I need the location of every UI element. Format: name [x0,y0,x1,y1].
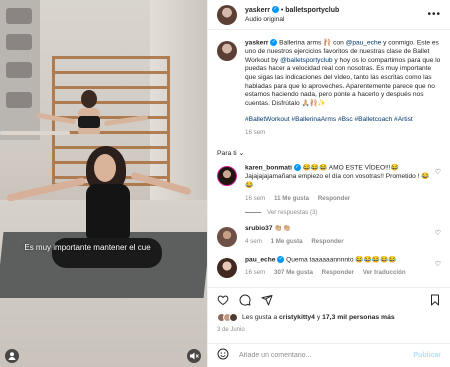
dancer-front-arm-left [6,177,86,202]
add-comment-bar: Publicar [208,343,450,367]
comment-likes[interactable]: 1 Me gusta [271,238,303,245]
more-options-button[interactable]: ••• [427,9,441,20]
comment-timestamp[interactable]: 16 sem [245,195,265,202]
like-heart-icon[interactable] [217,294,229,306]
post-caption: yaskerr ✓ Ballerina arms 🩰 con @pau_eche… [217,39,441,137]
verified-badge-icon: ✓ [293,164,301,172]
likes-count-link[interactable]: 17,3 mil personas más [322,314,395,321]
ballet-barre [0,131,70,135]
like-comment-heart-icon[interactable]: ♡ [435,260,441,268]
likes-prefix: Les gusta a [242,314,280,321]
caption-text-1: Ballerina arms 🩰 con [277,39,346,47]
caption-author-username[interactable]: yaskerr [245,39,268,46]
comment-srubio37: srubio37 👏🏼👏🏼 4 sem 1 Me gusta Responder… [217,225,441,248]
view-replies-label: Ver respuestas (3) [267,209,318,217]
comment-timestamp[interactable]: 4 sem [245,238,262,245]
author-avatar[interactable] [217,4,237,25]
reply-button[interactable]: Responder [311,238,343,245]
share-paper-plane-icon[interactable] [261,294,273,306]
reel-video[interactable]: Es muy importante mantener el cue [0,0,207,367]
commenter-username[interactable]: pau_eche [245,257,275,264]
comment-text: Quema taaaaaannnnto 😂😂😂😂😂 [284,256,397,264]
comment-karen-bonmati: karen_bonmati ✓ 😂😂😂 AMO ESTE VÍDEO!!!😂 J… [217,164,441,203]
mention-pau-eche[interactable]: @pau_eche [346,39,382,46]
smiley-icon[interactable] [217,348,229,363]
commenter-username[interactable]: karen_bonmati [245,165,292,172]
like-comment-heart-icon[interactable]: ♡ [435,168,441,176]
dancer-seated [52,146,162,286]
post-actions: Les gusta a cristykitty4 y 17,3 mil pers… [208,287,450,333]
caption-text-3: y hoy os lo compartimos para que lo pued… [245,56,441,108]
comment-input[interactable] [239,352,414,359]
mention-balletsportyclub[interactable]: @balletsportyclub [280,57,333,64]
dancer-standing [72,90,106,152]
instagram-post: Es muy importante mantener el cue yasker… [0,0,450,367]
reply-button[interactable]: Responder [322,269,354,276]
comment-pau-eche: pau_eche ✓ Quema taaaaaannnnto 😂😂😂😂😂 16 … [217,256,441,279]
background-shelf [0,0,40,140]
like-comment-heart-icon[interactable]: ♡ [435,229,441,237]
comment-timestamp[interactable]: 16 sem [245,269,265,276]
comment-bubble-icon[interactable] [239,294,251,306]
translate-button[interactable]: Ver traducción [363,269,406,276]
likes-summary: Les gusta a cristykitty4 y 17,3 mil pers… [217,313,441,322]
video-caption: Es muy importante mantener el cue [24,243,151,252]
commenter-username[interactable]: srubio37 [245,225,272,232]
view-replies-button[interactable]: Ver respuestas (3) [245,209,441,216]
post-header: yaskerr ✓ • balletsportyclub Audio origi… [208,0,450,30]
reply-button[interactable]: Responder [318,195,350,202]
publish-button[interactable]: Publicar [413,352,441,359]
comment-likes[interactable]: 307 Me gusta [274,269,313,276]
speaker-muted-icon[interactable] [187,349,201,363]
commenter-avatar[interactable] [217,227,237,248]
liker-avatar [229,313,238,322]
audio-label[interactable]: Audio original [245,15,339,24]
collab-username[interactable]: balletsportyclub [285,7,339,14]
hashtags[interactable]: #BalletWorkout #BallerinaArms #Bsc #Ball… [245,116,441,125]
caption-author-avatar[interactable] [217,41,237,61]
comments-scroll-area[interactable]: yaskerr ✓ Ballerina arms 🩰 con @pau_eche… [208,31,450,287]
user-icon[interactable] [5,349,19,363]
liker-username[interactable]: cristykitty4 [279,314,315,321]
caption-timestamp[interactable]: 16 sem [245,129,265,136]
comment-likes[interactable]: 11 Me gusta [274,195,309,202]
post-date[interactable]: 3 de Junio [217,327,245,333]
comment-text: 👏🏼👏🏼 [272,225,291,233]
para-ti-dropdown[interactable]: Para ti ⌄ [217,149,441,157]
post-panel: yaskerr ✓ • balletsportyclub Audio origi… [207,0,450,367]
header-separator: • [280,6,284,14]
commenter-avatar[interactable] [217,258,237,279]
commenter-avatar[interactable] [217,166,237,187]
save-bookmark-icon[interactable] [429,294,441,306]
author-username[interactable]: yaskerr [245,7,270,14]
verified-badge-icon: ✓ [271,6,279,14]
